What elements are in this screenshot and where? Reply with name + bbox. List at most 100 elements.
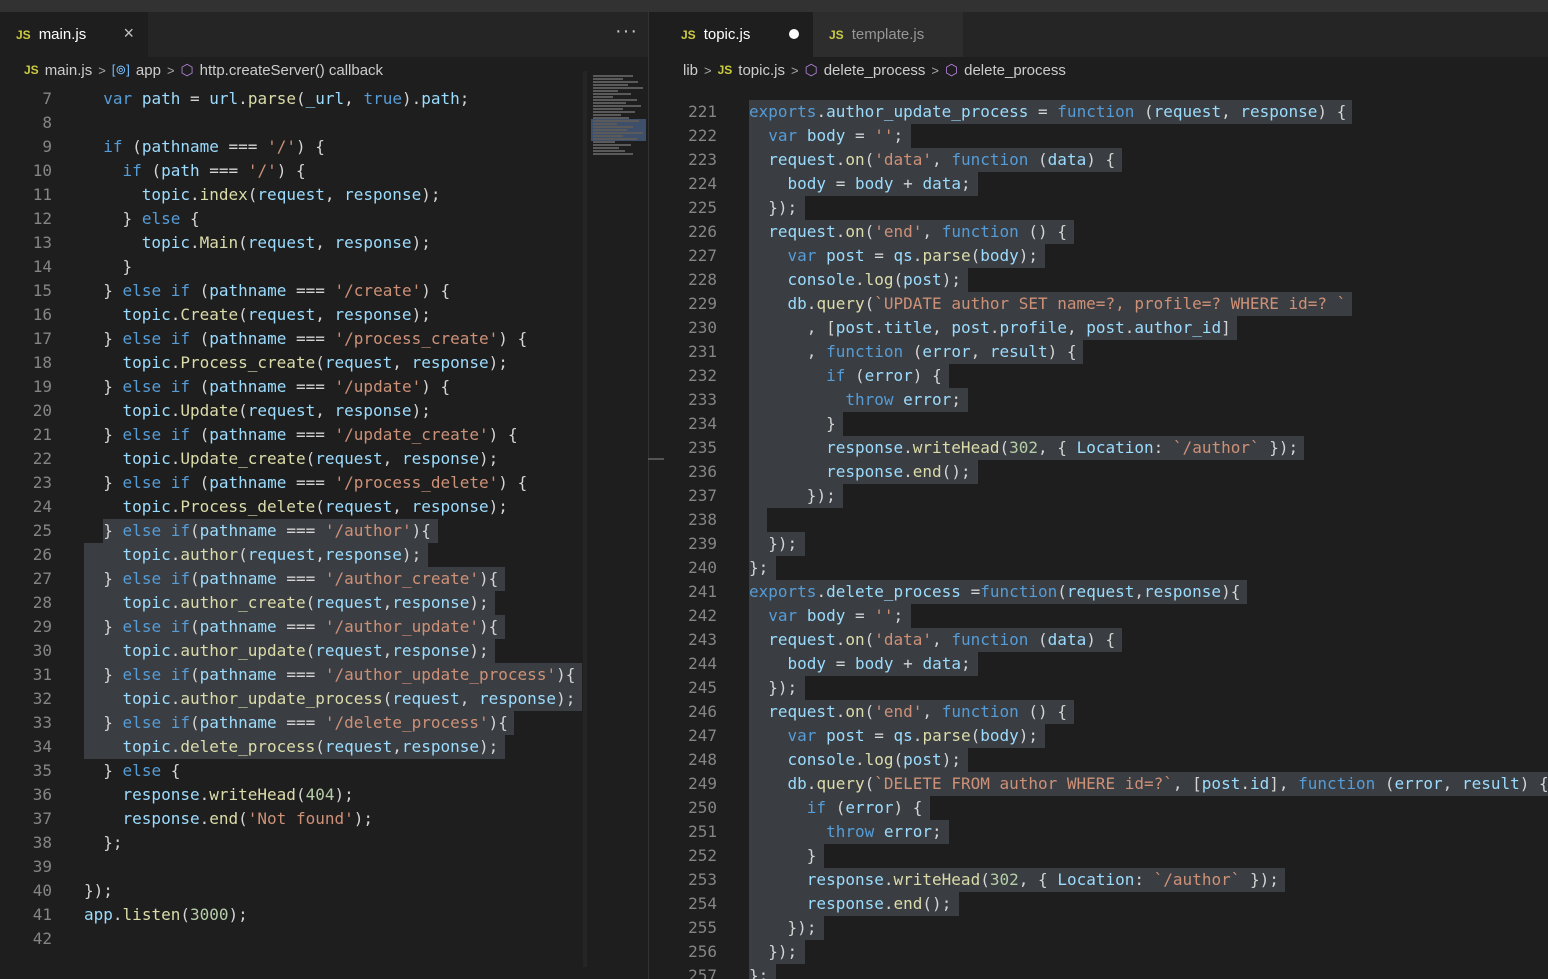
- code-line[interactable]: 233 throw error;: [665, 388, 1548, 412]
- code-line[interactable]: 242 var body = '';: [665, 604, 1548, 628]
- editor-group-left: JS main.js × ··· JS main.js > [⊚] app > …: [0, 12, 648, 979]
- code-line[interactable]: 16 topic.Create(request, response);: [0, 303, 648, 327]
- tab-template-js[interactable]: JS template.js: [813, 12, 963, 57]
- breadcrumb-item-callback[interactable]: http.createServer() callback: [200, 62, 383, 79]
- code-line[interactable]: 231 , function (error, result) {: [665, 340, 1548, 364]
- code-line[interactable]: 36 response.writeHead(404);: [0, 783, 648, 807]
- editor-group-splitter[interactable]: [648, 12, 665, 979]
- more-actions-icon[interactable]: ···: [615, 20, 638, 43]
- code-line[interactable]: 226 request.on('end', function () {: [665, 220, 1548, 244]
- code-line[interactable]: 251 throw error;: [665, 820, 1548, 844]
- code-line[interactable]: 257};: [665, 964, 1548, 979]
- code-line[interactable]: 8: [0, 111, 648, 135]
- code-line[interactable]: 222 var body = '';: [665, 124, 1548, 148]
- code-line[interactable]: 240};: [665, 556, 1548, 580]
- code-text: } else if (pathname === '/update') {: [103, 377, 451, 396]
- code-line[interactable]: 26 topic.author(request,response);: [0, 543, 648, 567]
- code-line[interactable]: 7 var path = url.parse(_url, true).path;: [0, 87, 648, 111]
- code-line[interactable]: 243 request.on('data', function (data) {: [665, 628, 1548, 652]
- code-line[interactable]: 21 } else if (pathname === '/update_crea…: [0, 423, 648, 447]
- code-line[interactable]: 32 topic.author_update_process(request, …: [0, 687, 648, 711]
- breadcrumb-item-symbol[interactable]: delete_process: [824, 62, 926, 79]
- code-line[interactable]: 255 });: [665, 916, 1548, 940]
- code-line[interactable]: 27 } else if(pathname === '/author_creat…: [0, 567, 648, 591]
- code-line[interactable]: 30 topic.author_update(request,response)…: [0, 639, 648, 663]
- splitter-handle[interactable]: [648, 458, 664, 460]
- code-line[interactable]: 35 } else {: [0, 759, 648, 783]
- code-line[interactable]: 236 response.end();: [665, 460, 1548, 484]
- breadcrumb-item-lib[interactable]: lib: [683, 62, 698, 79]
- code-line[interactable]: 237 });: [665, 484, 1548, 508]
- code-line[interactable]: 34 topic.delete_process(request,response…: [0, 735, 648, 759]
- code-line[interactable]: 239 });: [665, 532, 1548, 556]
- method-cube-icon: ⬡: [180, 62, 194, 79]
- code-line[interactable]: 224 body = body + data;: [665, 172, 1548, 196]
- code-line[interactable]: 13 topic.Main(request, response);: [0, 231, 648, 255]
- code-line[interactable]: 11 topic.index(request, response);: [0, 183, 648, 207]
- code-line[interactable]: 249 db.query(`DELETE FROM author WHERE i…: [665, 772, 1548, 796]
- code-line[interactable]: 246 request.on('end', function () {: [665, 700, 1548, 724]
- code-line[interactable]: 225 });: [665, 196, 1548, 220]
- breadcrumb-item-file[interactable]: topic.js: [738, 62, 785, 79]
- editor-scrollbar-track[interactable]: [583, 71, 587, 967]
- code-line[interactable]: 238: [665, 508, 1548, 532]
- code-line[interactable]: 256 });: [665, 940, 1548, 964]
- code-line[interactable]: 28 topic.author_create(request,response)…: [0, 591, 648, 615]
- code-line[interactable]: 39: [0, 855, 648, 879]
- code-editor-right[interactable]: 221 exports.author_update_process = funct…: [665, 83, 1548, 979]
- unsaved-dot-icon[interactable]: [789, 29, 799, 39]
- code-line[interactable]: 24 topic.Process_delete(request, respons…: [0, 495, 648, 519]
- code-line[interactable]: 227 var post = qs.parse(body);: [665, 244, 1548, 268]
- code-line[interactable]: 25 } else if(pathname === '/author'){: [0, 519, 648, 543]
- code-line[interactable]: 9 if (pathname === '/') {: [0, 135, 648, 159]
- code-line[interactable]: 40});: [0, 879, 648, 903]
- close-icon[interactable]: ×: [123, 23, 134, 44]
- code-line[interactable]: 18 topic.Process_create(request, respons…: [0, 351, 648, 375]
- breadcrumb-item-file[interactable]: main.js: [45, 62, 93, 79]
- code-line[interactable]: 10 if (path === '/') {: [0, 159, 648, 183]
- code-line[interactable]: 245 });: [665, 676, 1548, 700]
- code-editor-left[interactable]: 7 var path = url.parse(_url, true).path;…: [0, 83, 648, 979]
- code-line[interactable]: 41 app.listen(3000);: [0, 903, 648, 927]
- code-line[interactable]: 12 } else {: [0, 207, 648, 231]
- code-line[interactable]: 31 } else if(pathname === '/author_updat…: [0, 663, 648, 687]
- code-line[interactable]: 244 body = body + data;: [665, 652, 1548, 676]
- code-line[interactable]: 234 }: [665, 412, 1548, 436]
- code-line[interactable]: 17 } else if (pathname === '/process_cre…: [0, 327, 648, 351]
- minimap[interactable]: [587, 71, 647, 191]
- code-line[interactable]: 20 topic.Update(request, response);: [0, 399, 648, 423]
- code-line[interactable]: 14 }: [0, 255, 648, 279]
- code-line[interactable]: 241 exports.delete_process =function(requ…: [665, 580, 1548, 604]
- code-line[interactable]: 223 request.on('data', function (data) {: [665, 148, 1548, 172]
- code-line[interactable]: 23 } else if (pathname === '/process_del…: [0, 471, 648, 495]
- code-line[interactable]: 38 };: [0, 831, 648, 855]
- code-line[interactable]: 42: [0, 927, 648, 951]
- line-number: 10: [32, 161, 52, 180]
- code-text: topic.Main(request, response);: [141, 233, 431, 252]
- code-line[interactable]: 22 topic.Update_create(request, response…: [0, 447, 648, 471]
- code-line[interactable]: 232 if (error) {: [665, 364, 1548, 388]
- code-line[interactable]: 250 if (error) {: [665, 796, 1548, 820]
- code-line[interactable]: 15 } else if (pathname === '/create') {: [0, 279, 648, 303]
- code-text: topic.author_update(request,response);: [122, 641, 489, 660]
- breadcrumb-item-app[interactable]: app: [136, 62, 161, 79]
- code-line[interactable]: 230 , [post.title, post.profile, post.au…: [665, 316, 1548, 340]
- breadcrumb-item-symbol[interactable]: delete_process: [964, 62, 1066, 79]
- code-line[interactable]: 253 response.writeHead(302, { Location: …: [665, 868, 1548, 892]
- code-line[interactable]: 254 response.end();: [665, 892, 1548, 916]
- code-line[interactable]: 248 console.log(post);: [665, 748, 1548, 772]
- code-line[interactable]: 221 exports.author_update_process = funct…: [665, 100, 1548, 124]
- chevron-right-icon: >: [166, 62, 175, 78]
- code-line[interactable]: 29 } else if(pathname === '/author_updat…: [0, 615, 648, 639]
- tab-main-js[interactable]: JS main.js ×: [0, 12, 148, 57]
- code-line[interactable]: 229 db.query(`UPDATE author SET name=?, …: [665, 292, 1548, 316]
- code-line[interactable]: 247 var post = qs.parse(body);: [665, 724, 1548, 748]
- code-line[interactable]: 19 } else if (pathname === '/update') {: [0, 375, 648, 399]
- code-line[interactable]: 33 } else if(pathname === '/delete_proce…: [0, 711, 648, 735]
- tab-topic-js[interactable]: JS topic.js: [665, 12, 813, 57]
- line-number: 244: [688, 654, 717, 673]
- code-line[interactable]: 37 response.end('Not found');: [0, 807, 648, 831]
- code-line[interactable]: 252 }: [665, 844, 1548, 868]
- code-line[interactable]: 228 console.log(post);: [665, 268, 1548, 292]
- code-line[interactable]: 235 response.writeHead(302, { Location: …: [665, 436, 1548, 460]
